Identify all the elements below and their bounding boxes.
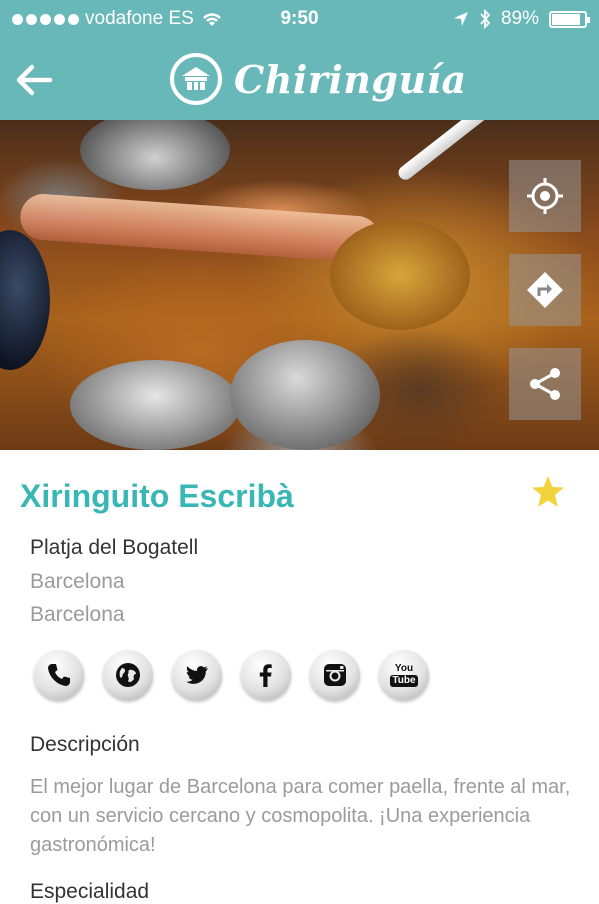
share-button[interactable] [509, 348, 581, 420]
description-heading: Descripción [30, 733, 140, 756]
battery-icon [549, 10, 590, 28]
instagram-icon [324, 664, 346, 686]
location-arrow-icon [453, 12, 468, 26]
province: Barcelona [30, 603, 125, 626]
address-line: Platja del Bogatell [30, 536, 199, 559]
locate-button[interactable] [509, 160, 581, 232]
back-arrow-icon [16, 64, 53, 96]
twitter-button[interactable] [172, 650, 222, 700]
instagram-button[interactable] [310, 650, 360, 700]
youtube-icon: You Tube [390, 662, 418, 687]
social-buttons: You Tube [34, 650, 429, 700]
status-bar: vodafone ES 9:50 89% [0, 0, 599, 40]
globe-icon [116, 663, 140, 687]
directions-button[interactable] [509, 254, 581, 326]
facebook-icon [259, 664, 272, 687]
web-button[interactable] [103, 650, 153, 700]
youtube-label-bottom: Tube [390, 674, 418, 687]
phone-icon [48, 664, 70, 686]
battery-percent: 89% [500, 8, 539, 29]
youtube-label-top: You [394, 662, 414, 674]
brand: Chiringuía [170, 53, 467, 105]
favorite-button[interactable] [530, 474, 566, 510]
back-button[interactable] [14, 60, 54, 100]
status-right: 89% [453, 8, 590, 30]
youtube-button[interactable]: You Tube [379, 650, 429, 700]
phone-button[interactable] [34, 650, 84, 700]
directions-icon [527, 272, 563, 308]
share-icon [530, 368, 560, 400]
twitter-icon [186, 666, 208, 684]
facebook-button[interactable] [241, 650, 291, 700]
bluetooth-icon [480, 9, 491, 29]
description-text: El mejor lugar de Barcelona para comer p… [30, 776, 571, 856]
nav-bar: Chiringuía [0, 40, 599, 120]
crosshair-icon [527, 178, 563, 214]
city: Barcelona [30, 570, 125, 593]
speciality-heading: Especialidad [30, 880, 150, 903]
star-icon [532, 476, 564, 507]
place-name: Xiringuito Escribà [20, 478, 294, 514]
battery-fill [552, 13, 581, 25]
beach-hut-icon [170, 53, 222, 105]
app-name: Chiringuía [234, 56, 467, 102]
